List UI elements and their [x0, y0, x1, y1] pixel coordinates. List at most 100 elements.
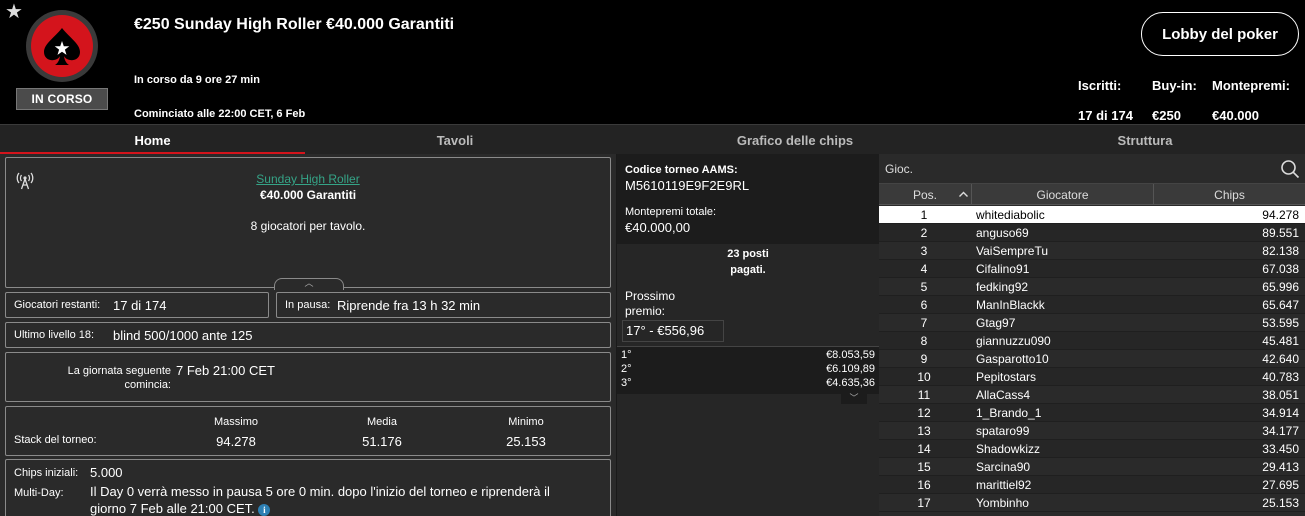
player-name: fedking92	[976, 280, 1029, 294]
spade-logo-icon	[31, 15, 93, 77]
tab-chip-chart[interactable]: Grafico delle chips	[605, 125, 985, 155]
player-position: 15	[917, 460, 931, 474]
player-name: marittiel92	[976, 478, 1032, 492]
table-row[interactable]: 6 ManInBlackk 65.647	[879, 296, 1305, 314]
tournament-info-panel: Sunday High Roller €40.000 Garantiti 8 g…	[0, 154, 616, 516]
pause-box: In pausa: Riprende fra 13 h 32 min	[276, 292, 611, 318]
table-row[interactable]: 10 Pepitostars 40.783	[879, 368, 1305, 386]
running-time: In corso da 9 ore 27 min	[134, 74, 260, 86]
player-chips: 65.647	[1262, 298, 1299, 312]
table-row[interactable]: 16 marittiel92 27.695	[879, 476, 1305, 494]
next-prize-label-1: Prossimo	[625, 289, 676, 303]
player-chips: 94.278	[1262, 208, 1299, 222]
tab-tables[interactable]: Tavoli	[305, 125, 605, 155]
multiday-line-2-wrap: giorno 7 Feb alle 21:00 CET. i	[90, 501, 271, 516]
lobby-button[interactable]: Lobby del poker	[1141, 12, 1299, 56]
payout-position: 3°	[621, 377, 632, 389]
paid-places-1: 23 posti	[727, 248, 769, 260]
table-row[interactable]: 11 AllaCass4 38.051	[879, 386, 1305, 404]
player-position: 5	[920, 280, 928, 294]
column-header-chips[interactable]: Chips	[1154, 184, 1305, 205]
player-chips: 67.038	[1262, 262, 1299, 276]
player-position: 13	[917, 424, 931, 438]
next-prize-label-2: premio:	[625, 304, 666, 318]
player-search-input[interactable]	[885, 159, 1265, 179]
table-row[interactable]: 14 Shadowkizz 33.450	[879, 440, 1305, 458]
column-header-player[interactable]: Giocatore	[972, 184, 1154, 205]
prizepool-value: €40.000	[1212, 108, 1259, 123]
player-name: anguso69	[976, 226, 1029, 240]
remaining-value: 17 di 174	[113, 298, 167, 313]
player-name: AllaCass4	[976, 388, 1031, 402]
player-chips: 38.051	[1262, 388, 1299, 402]
table-row[interactable]: 9 Gasparotto10 42.640	[879, 350, 1305, 368]
stack-label: Stack del torneo:	[14, 434, 97, 446]
initial-chips-value: 5.000	[90, 465, 123, 480]
column-header-position[interactable]: Pos.	[879, 184, 972, 205]
buyin-value: €250	[1152, 108, 1181, 123]
tournament-name-link[interactable]: Sunday High Roller	[6, 172, 610, 186]
player-position: 16	[917, 478, 931, 492]
info-icon[interactable]: i	[258, 503, 271, 516]
player-chips: 45.481	[1262, 334, 1299, 348]
player-name: Cifalino91	[976, 262, 1030, 276]
pokerstars-logo	[26, 10, 98, 82]
info-box: Sunday High Roller €40.000 Garantiti 8 g…	[5, 157, 611, 290]
table-row[interactable]: 1 whitediabolic 94.278	[879, 206, 1305, 224]
next-prize-value: 17° - €556,96	[622, 320, 724, 342]
table-row[interactable]: 8 giannuzzu090 45.481	[879, 332, 1305, 350]
player-chips: 25.153	[1262, 496, 1299, 510]
table-row[interactable]: 17 Yombinho 25.153	[879, 494, 1305, 512]
stack-max-value: 94.278	[216, 434, 256, 449]
next-day-label-1: La giornata seguente	[67, 365, 171, 377]
table-row[interactable]: 5 fedking92 65.996	[879, 278, 1305, 296]
sort-ascending-icon	[959, 191, 968, 197]
multiday-line-2: giorno 7 Feb alle 21:00 CET.	[90, 501, 255, 516]
player-position: 2	[920, 226, 928, 240]
players-panel: Pos. Giocatore Chips 1 whitediabolic 94.27…	[879, 154, 1305, 516]
player-position: 1	[920, 208, 928, 222]
next-day-box: La giornata seguente comincia: 7 Feb 21:…	[5, 352, 611, 402]
stack-min-label: Minimo	[508, 416, 544, 428]
player-position: 8	[920, 334, 928, 348]
player-search-bar	[879, 154, 1305, 184]
player-position: 3	[920, 244, 928, 258]
table-row[interactable]: 4 Cifalino91 67.038	[879, 260, 1305, 278]
aams-code: M5610119E9F2E9RL	[625, 178, 750, 193]
table-row[interactable]: 2 anguso69 89.551	[879, 224, 1305, 242]
player-position: 11	[917, 388, 931, 402]
payout-amount: €4.635,36	[826, 377, 875, 389]
player-name: Pepitostars	[976, 370, 1037, 384]
paid-places-2: pagati.	[730, 264, 766, 276]
table-row[interactable]: 15 Sarcina90 29.413	[879, 458, 1305, 476]
expand-payouts-button[interactable]: ﹀	[841, 394, 867, 404]
payout-row: 1° €8.053,59	[621, 349, 875, 362]
table-row[interactable]: 13 spataro99 34.177	[879, 422, 1305, 440]
table-row[interactable]: 7 Gtag97 53.595	[879, 314, 1305, 332]
position-header-label: Pos.	[912, 187, 937, 202]
next-day-label-2: comincia:	[124, 379, 171, 391]
player-chips: 65.996	[1262, 280, 1299, 294]
player-name: Gtag97	[976, 316, 1016, 330]
total-prize-value: €40.000,00	[625, 220, 691, 235]
favorite-star-icon[interactable]: ★	[5, 2, 23, 22]
table-row[interactable]: 12 1_Brando_1 34.914	[879, 404, 1305, 422]
buyin-label: Buy-in:	[1152, 78, 1197, 93]
player-position: 17	[917, 496, 931, 510]
collapse-toggle[interactable]: ︿	[274, 278, 344, 290]
player-chips: 34.914	[1262, 406, 1299, 420]
tab-home[interactable]: Home	[0, 125, 305, 155]
remaining-label: Giocatori restanti:	[14, 299, 101, 311]
chevron-down-icon: ﹀	[849, 393, 859, 403]
next-day-value: 7 Feb 21:00 CET	[176, 363, 275, 378]
table-row[interactable]: 3 VaiSempreTu 82.138	[879, 242, 1305, 260]
tab-structure[interactable]: Struttura	[985, 125, 1305, 155]
player-position: 14	[917, 442, 931, 456]
player-name: giannuzzu090	[976, 334, 1051, 348]
level-label: Ultimo livello 18:	[14, 329, 95, 341]
prizepool-label: Montepremi:	[1212, 78, 1290, 93]
player-position: 12	[917, 406, 931, 420]
stack-avg-value: 51.176	[362, 434, 402, 449]
search-icon[interactable]	[1280, 159, 1300, 179]
player-chips: 29.413	[1262, 460, 1299, 474]
